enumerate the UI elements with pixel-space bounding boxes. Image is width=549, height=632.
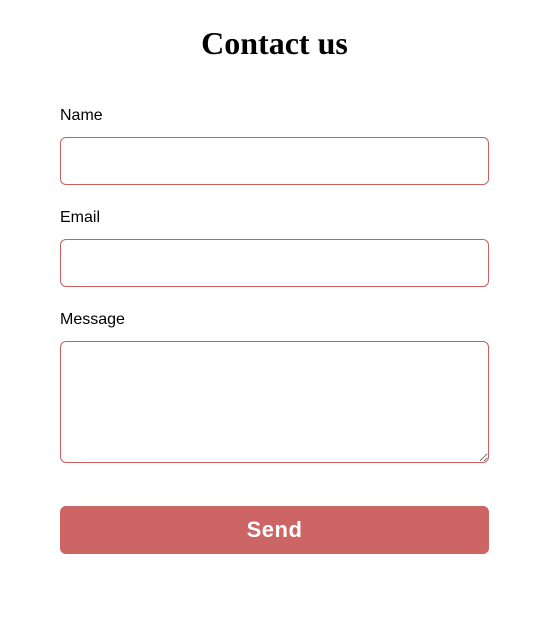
email-label: Email <box>60 209 489 227</box>
message-input[interactable] <box>60 341 489 463</box>
email-input[interactable] <box>60 239 489 287</box>
name-group: Name <box>60 107 489 185</box>
email-group: Email <box>60 209 489 287</box>
message-label: Message <box>60 311 489 329</box>
name-input[interactable] <box>60 137 489 185</box>
name-label: Name <box>60 107 489 125</box>
page-title: Contact us <box>60 25 489 62</box>
send-button[interactable]: Send <box>60 506 489 554</box>
contact-form: Name Email Message Send <box>60 107 489 554</box>
message-group: Message <box>60 311 489 468</box>
